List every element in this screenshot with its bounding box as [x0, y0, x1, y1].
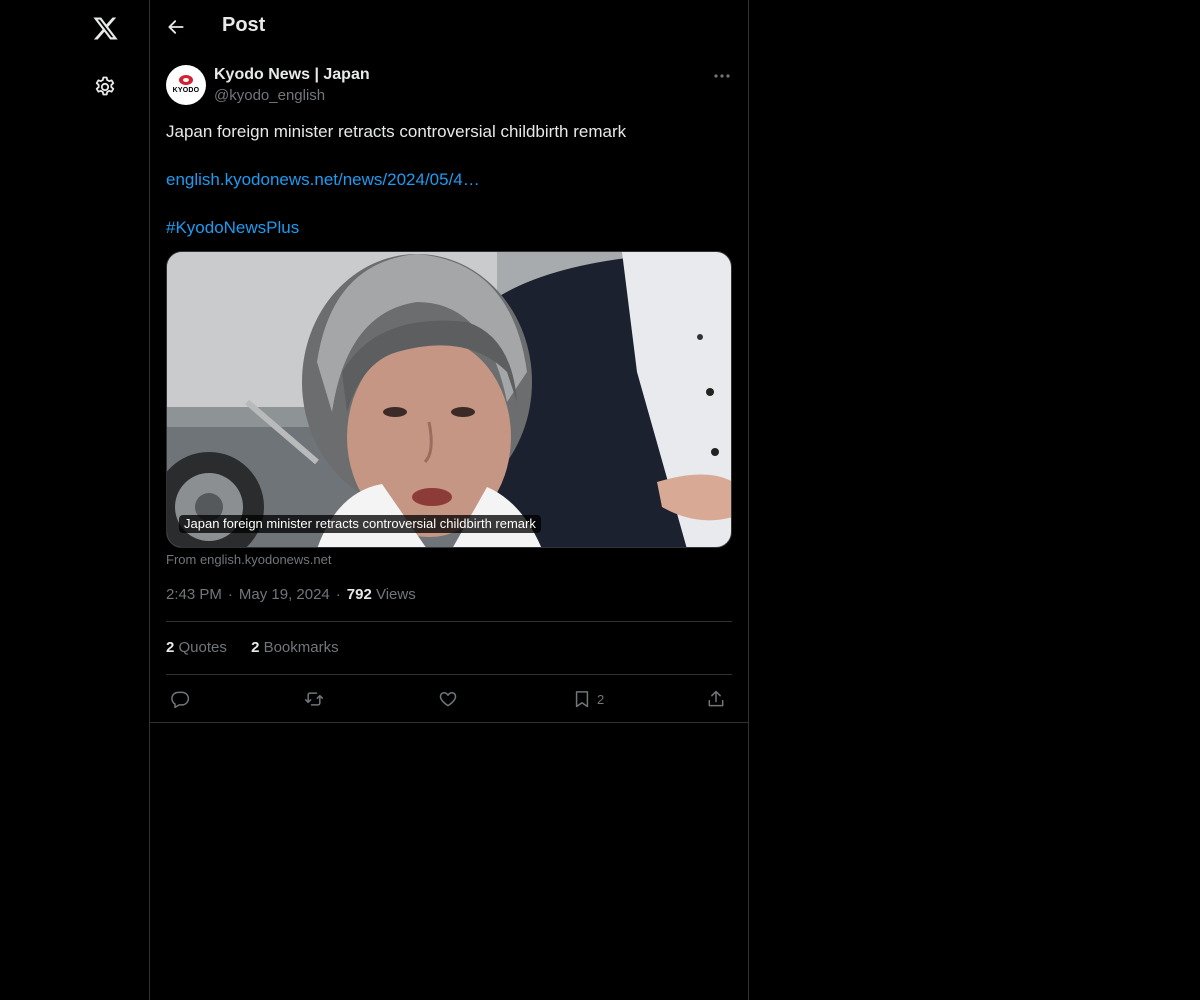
- post-stats: 2 Quotes 2 Bookmarks: [166, 639, 359, 656]
- divider: [166, 621, 732, 622]
- post-column: Post KYODO Kyodo News | Japan @kyodo_eng…: [150, 0, 749, 1000]
- bookmarks-label: Bookmarks: [263, 639, 339, 656]
- avatar-logo-text: KYODO: [172, 87, 200, 94]
- post-meta: 2:43 PM · May 19, 2024 · 792 Views: [166, 586, 416, 603]
- action-bar: 2: [166, 685, 732, 713]
- card-source[interactable]: From english.kyodonews.net: [166, 552, 331, 567]
- link-card[interactable]: Japan foreign minister retracts controve…: [166, 251, 732, 548]
- bookmark-button[interactable]: 2: [572, 685, 604, 713]
- post-time[interactable]: 2:43 PM: [166, 586, 222, 603]
- bookmark-icon: [575, 691, 589, 708]
- divider: [150, 722, 749, 723]
- bookmarks-count: 2: [251, 639, 260, 656]
- avatar[interactable]: KYODO: [166, 65, 206, 105]
- left-nav: [0, 0, 150, 1000]
- back-button[interactable]: [160, 11, 192, 43]
- like-button[interactable]: [438, 685, 458, 713]
- post-text: Japan foreign minister retracts controve…: [166, 122, 627, 141]
- bookmarks-stat[interactable]: 2 Bookmarks: [251, 639, 339, 656]
- x-logo-icon[interactable]: [85, 8, 125, 48]
- post-link[interactable]: english.kyodonews.net/news/2024/05/4…: [166, 168, 480, 192]
- views-label: Views: [375, 586, 416, 603]
- post-hashtag[interactable]: #KyodoNewsPlus: [166, 216, 299, 240]
- views-count: 792: [346, 586, 372, 603]
- author-handle[interactable]: @kyodo_english: [214, 87, 325, 104]
- reply-icon: [171, 691, 190, 709]
- post-header: Post: [150, 0, 748, 54]
- quotes-label: Quotes: [178, 639, 227, 656]
- reply-button[interactable]: [170, 685, 190, 713]
- quotes-stat[interactable]: 2 Quotes: [166, 639, 227, 656]
- repost-icon: [304, 692, 324, 706]
- post-date[interactable]: May 19, 2024: [239, 586, 330, 603]
- heart-icon: [439, 692, 457, 707]
- page-title: Post: [222, 14, 266, 36]
- repost-button[interactable]: [303, 685, 325, 713]
- arrow-left-icon: [168, 20, 184, 34]
- share-icon: [708, 690, 724, 707]
- more-options-button[interactable]: [706, 65, 738, 87]
- bookmark-count: 2: [597, 691, 605, 707]
- more-horizontal-icon: [714, 74, 730, 78]
- card-caption: Japan foreign minister retracts controve…: [179, 515, 541, 533]
- meta-separator: ·: [227, 586, 233, 603]
- share-button[interactable]: [706, 685, 726, 713]
- divider: [166, 674, 732, 675]
- meta-separator: ·: [335, 586, 341, 603]
- gear-icon[interactable]: [85, 67, 125, 107]
- kyodo-logo-icon: [179, 75, 193, 85]
- author-name[interactable]: Kyodo News | Japan: [214, 66, 370, 84]
- quotes-count: 2: [166, 639, 175, 656]
- card-image: [167, 252, 731, 547]
